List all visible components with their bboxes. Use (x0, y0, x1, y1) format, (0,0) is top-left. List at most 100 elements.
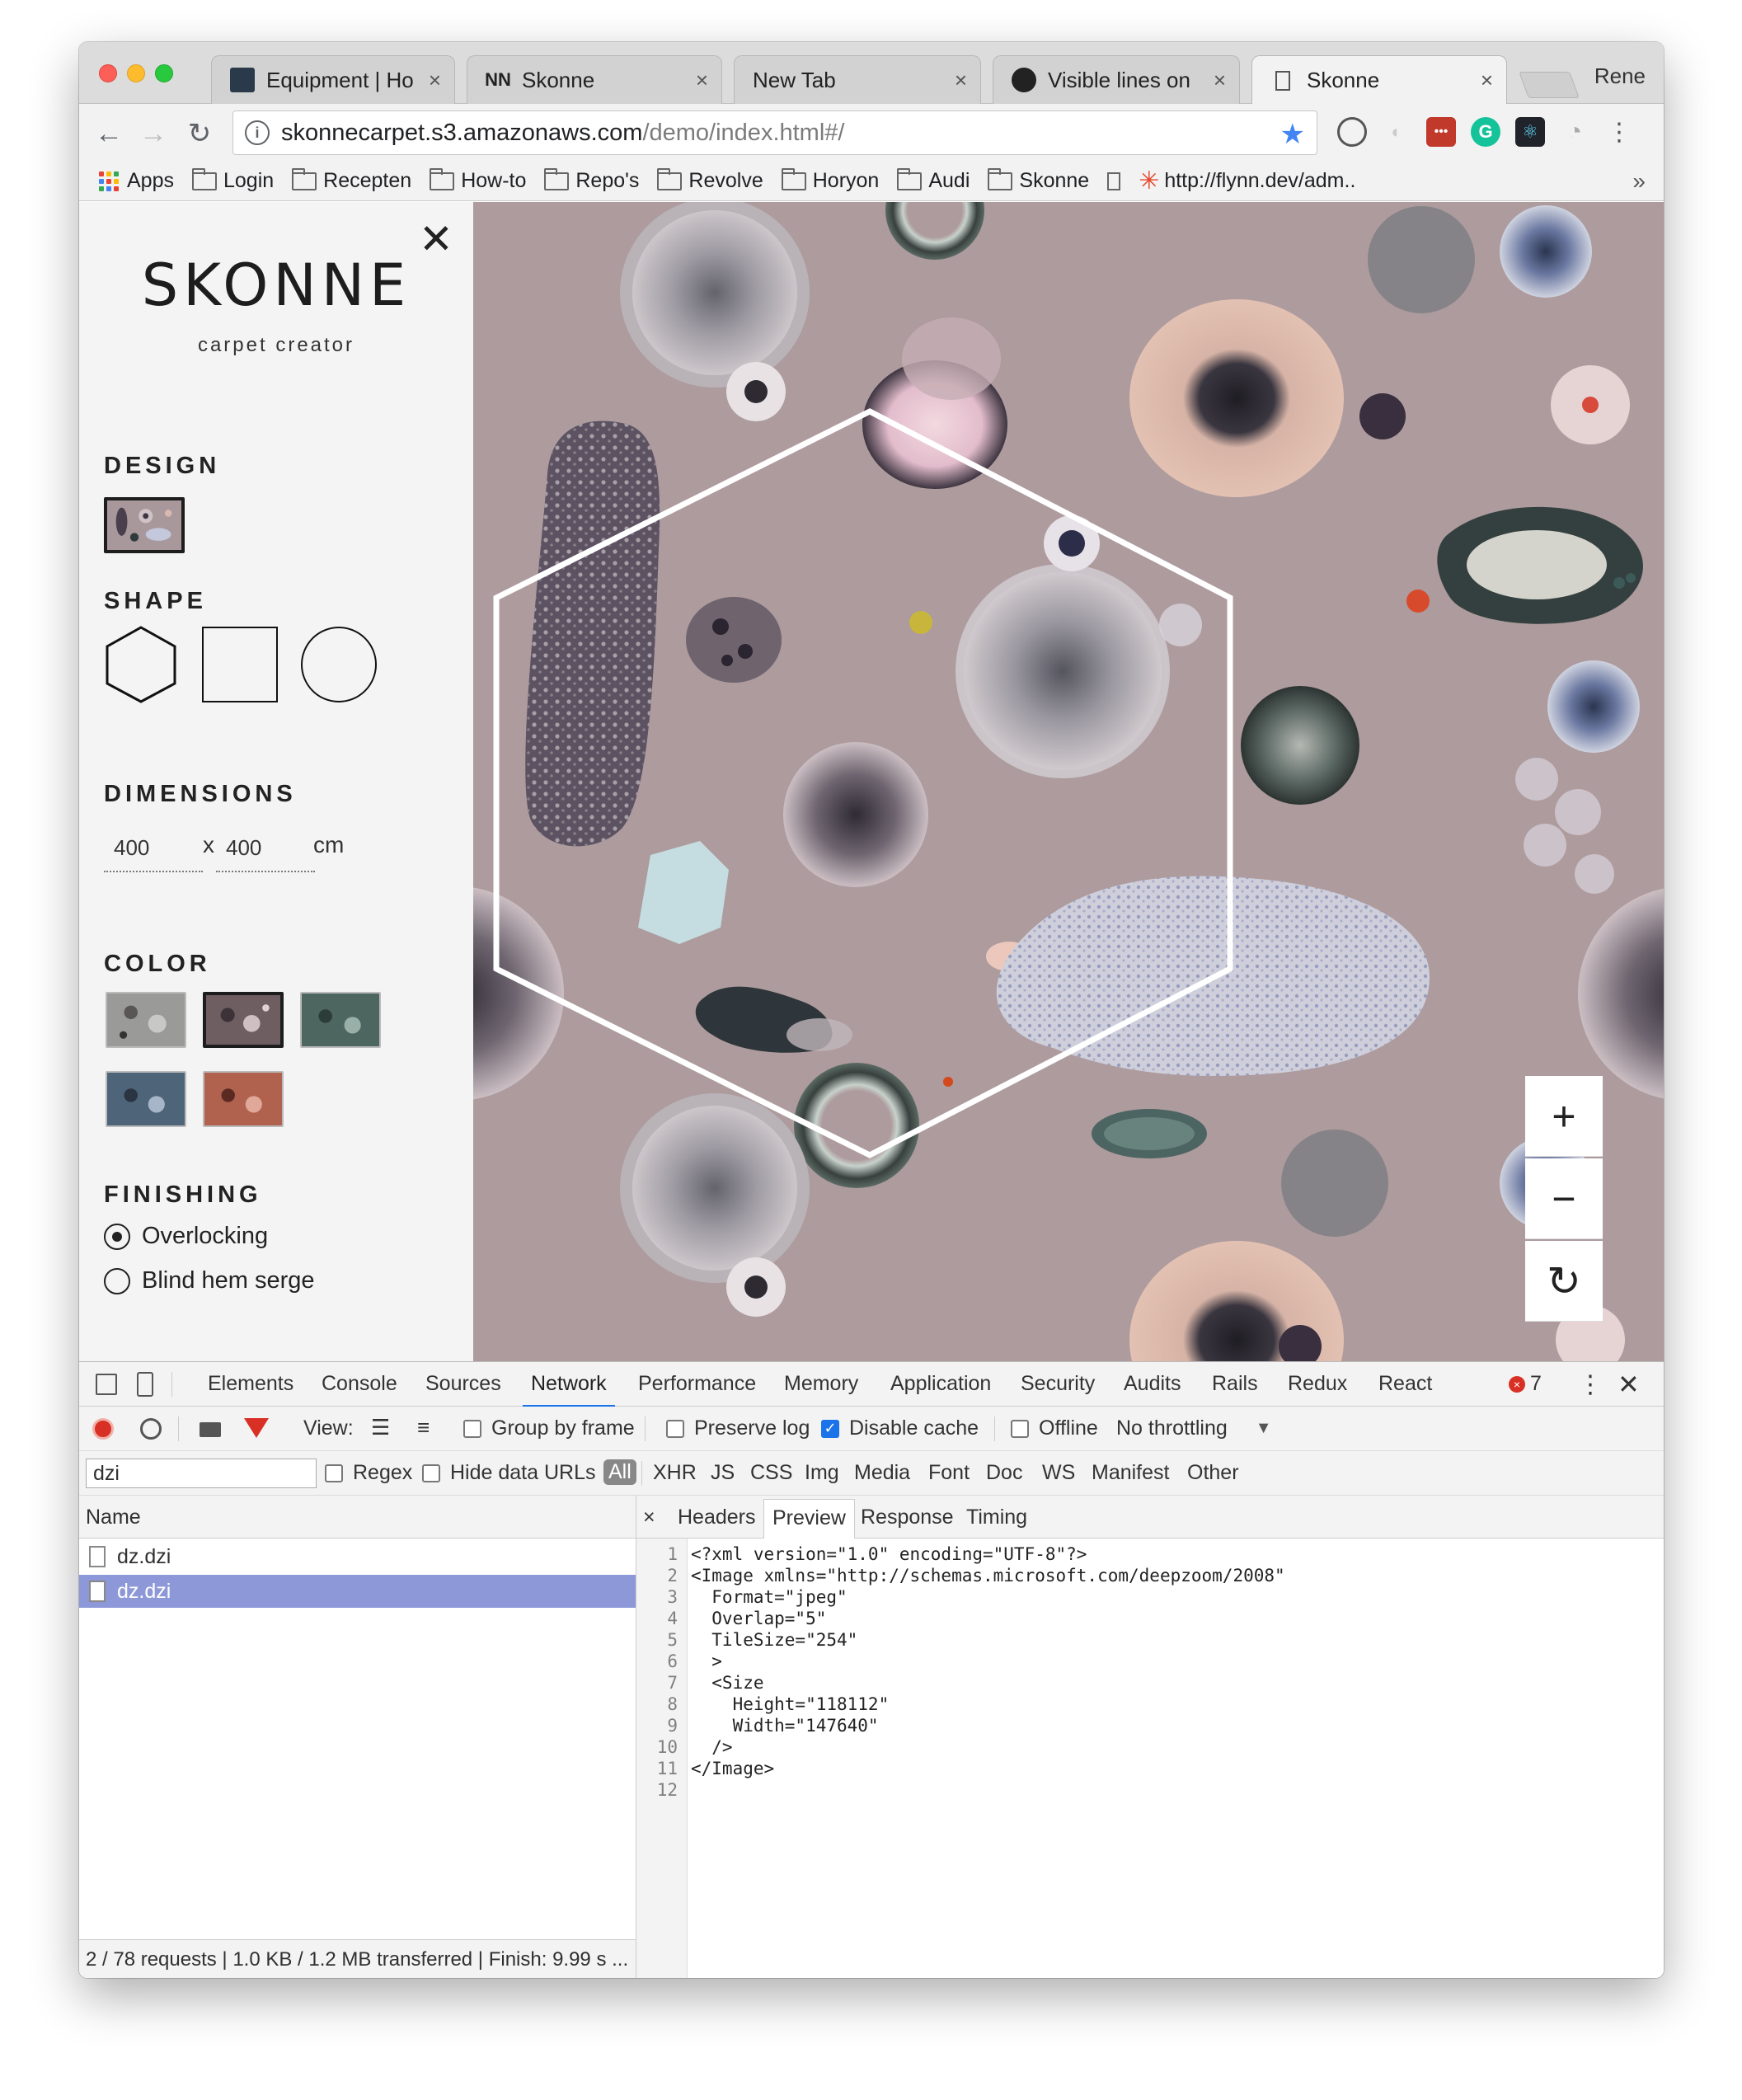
tab-application[interactable]: Application (890, 1372, 991, 1396)
bookmark-recepten[interactable]: Recepten (292, 167, 411, 193)
filter-type-ws[interactable]: WS (1042, 1461, 1075, 1485)
request-row-selected[interactable]: dz.dzi (79, 1575, 636, 1608)
devtools-menu-icon[interactable]: ⋮ (1578, 1370, 1603, 1399)
regex-checkbox[interactable]: Regex (325, 1461, 412, 1485)
zoom-in-button[interactable]: + (1525, 1076, 1603, 1157)
color-swatch-mauve[interactable] (203, 992, 284, 1048)
cast-icon[interactable]: ◔ (1560, 117, 1589, 147)
detail-tab-preview[interactable]: Preview (763, 1499, 855, 1539)
checkbox-icon[interactable] (666, 1419, 684, 1438)
close-window-button[interactable] (99, 64, 117, 82)
height-input[interactable]: 400 (216, 835, 315, 872)
reset-view-button[interactable]: ↻ (1525, 1241, 1603, 1322)
request-row[interactable]: dz.dzi (79, 1540, 636, 1573)
tab-visible-lines[interactable]: Visible lines on Firefox × (993, 55, 1240, 104)
close-tab-icon[interactable]: × (696, 68, 708, 93)
filter-input[interactable]: dzi (86, 1459, 317, 1488)
carpet-preview-canvas[interactable] (473, 202, 1664, 1361)
tab-console[interactable]: Console (322, 1372, 397, 1396)
bookmark-audi[interactable]: Audi (897, 167, 970, 193)
inspect-element-icon[interactable] (96, 1374, 117, 1395)
menu-kebab-icon[interactable]: ⋮ (1604, 117, 1634, 147)
detail-tab-response[interactable]: Response (861, 1506, 954, 1529)
profile-name[interactable]: Rene (1594, 63, 1646, 89)
error-counter[interactable]: × 7 (1509, 1372, 1542, 1396)
filter-type-js[interactable]: JS (711, 1461, 735, 1485)
reload-icon[interactable]: ↻ (183, 117, 216, 150)
bookmark-star-icon[interactable]: ★ (1280, 118, 1305, 151)
square-shape-icon[interactable] (201, 626, 279, 703)
tab-security[interactable]: Security (1021, 1372, 1095, 1396)
throttling-select[interactable]: No throttling ▼ (1116, 1416, 1272, 1440)
extension-sync-icon[interactable] (1337, 117, 1367, 147)
extension-red-icon[interactable]: ••• (1426, 117, 1456, 147)
filter-type-img[interactable]: Img (805, 1461, 839, 1485)
back-icon[interactable]: ← (92, 117, 125, 150)
tab-new-tab[interactable]: New Tab × (734, 55, 981, 104)
checkbox-checked-icon[interactable]: ✓ (821, 1419, 839, 1438)
color-swatch-blue[interactable] (106, 1071, 186, 1127)
finishing-blind-hem[interactable]: Blind hem serge (104, 1267, 315, 1294)
color-swatch-grey[interactable] (106, 992, 186, 1048)
close-detail-icon[interactable]: × (643, 1506, 655, 1529)
tab-audits[interactable]: Audits (1124, 1372, 1181, 1396)
tab-rails[interactable]: Rails (1212, 1372, 1258, 1396)
zoom-out-button[interactable]: − (1525, 1158, 1603, 1239)
tab-skonne-active[interactable]: Skonne × (1251, 55, 1507, 105)
color-swatch-terracotta[interactable] (203, 1071, 284, 1127)
bookmark-revolve[interactable]: Revolve (657, 167, 763, 193)
new-tab-button[interactable] (1519, 72, 1580, 98)
bookmark-how-to[interactable]: How-to (430, 167, 526, 193)
record-icon[interactable] (92, 1418, 114, 1440)
clear-icon[interactable] (140, 1418, 162, 1440)
waterfall-view-icon[interactable]: ≡ (417, 1415, 430, 1440)
tab-performance[interactable]: Performance (638, 1372, 756, 1396)
tab-sources[interactable]: Sources (425, 1372, 501, 1396)
maximize-window-button[interactable] (155, 64, 173, 82)
filter-type-xhr[interactable]: XHR (653, 1461, 697, 1485)
list-view-icon[interactable]: ☰ (371, 1415, 390, 1440)
info-icon[interactable]: i (245, 120, 270, 145)
filter-type-manifest[interactable]: Manifest (1092, 1461, 1169, 1485)
tab-elements[interactable]: Elements (208, 1372, 293, 1396)
filter-type-media[interactable]: Media (854, 1461, 910, 1485)
bookmark-flynn[interactable]: ✳ http://flynn.dev/adm.. (1107, 167, 1355, 195)
width-input[interactable]: 400 (104, 835, 203, 872)
detail-tab-headers[interactable]: Headers (678, 1506, 756, 1529)
minimize-window-button[interactable] (127, 64, 145, 82)
design-thumbnail[interactable] (104, 497, 185, 553)
react-devtools-icon[interactable]: ⚛ (1515, 117, 1545, 147)
name-column-header[interactable]: Name (79, 1496, 636, 1539)
radio-unselected-icon[interactable] (104, 1267, 130, 1294)
bookmark-login[interactable]: Login (191, 167, 274, 193)
disable-cache-checkbox[interactable]: ✓ Disable cache (821, 1416, 979, 1440)
filter-type-doc[interactable]: Doc (986, 1461, 1022, 1485)
filter-type-other[interactable]: Other (1187, 1461, 1239, 1485)
close-tab-icon[interactable]: × (955, 68, 967, 93)
close-tab-icon[interactable]: × (1481, 68, 1493, 93)
bookmarks-overflow-icon[interactable]: » (1632, 168, 1646, 195)
filter-type-font[interactable]: Font (928, 1461, 970, 1485)
preserve-log-checkbox[interactable]: Preserve log (666, 1416, 810, 1440)
tab-skonne-1[interactable]: NN Skonne × (467, 55, 722, 104)
checkbox-icon[interactable] (463, 1419, 481, 1438)
close-devtools-icon[interactable]: ✕ (1618, 1369, 1640, 1400)
group-by-frame-checkbox[interactable]: Group by frame (463, 1416, 635, 1440)
finishing-overlocking[interactable]: Overlocking (104, 1223, 268, 1250)
filter-icon[interactable] (244, 1418, 269, 1438)
tab-memory[interactable]: Memory (784, 1372, 858, 1396)
hexagon-shape-icon[interactable] (102, 626, 180, 703)
tab-react[interactable]: React (1378, 1372, 1432, 1396)
address-bar[interactable]: i skonnecarpet.s3.amazonaws.com/demo/ind… (232, 110, 1317, 155)
checkbox-icon[interactable] (422, 1463, 440, 1482)
tab-redux[interactable]: Redux (1288, 1372, 1347, 1396)
close-tab-icon[interactable]: × (1214, 68, 1226, 93)
screenshot-camera-icon[interactable] (200, 1422, 221, 1437)
bookmark-apps[interactable]: Apps (99, 169, 174, 193)
checkbox-icon[interactable] (325, 1463, 343, 1482)
tab-network[interactable]: Network (523, 1372, 615, 1407)
filter-type-css[interactable]: CSS (750, 1461, 792, 1485)
close-tab-icon[interactable]: × (429, 68, 441, 93)
color-swatch-green[interactable] (300, 992, 381, 1048)
bookmark-skonne[interactable]: Skonne (988, 167, 1089, 193)
